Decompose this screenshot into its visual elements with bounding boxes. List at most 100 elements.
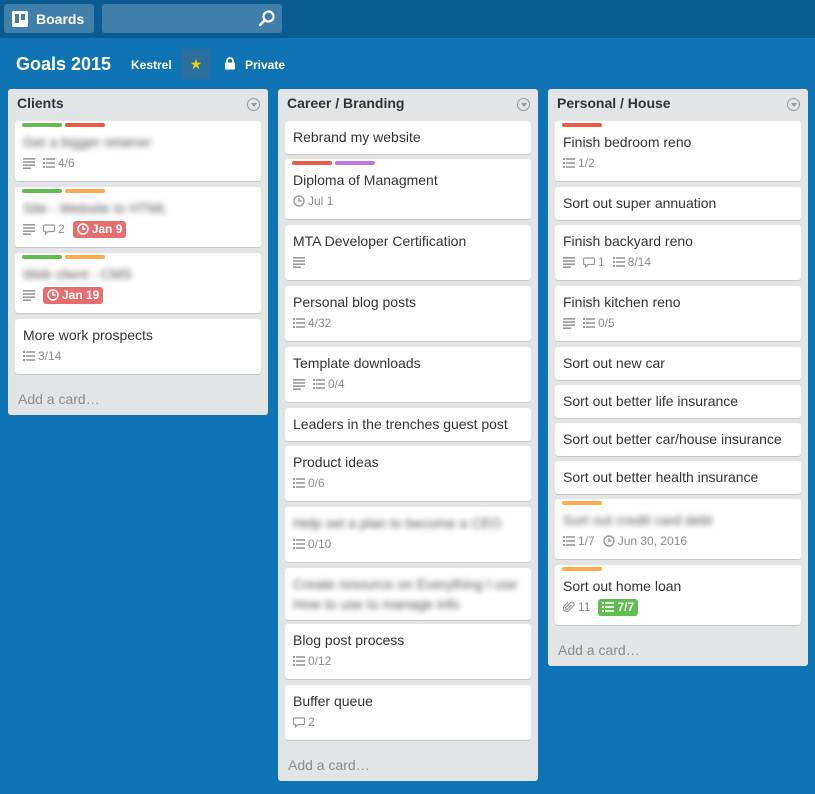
add-card-link[interactable]: Add a card… (558, 642, 640, 658)
card[interactable]: Diploma of Managment Jul 1 (285, 159, 531, 219)
description-icon (293, 378, 305, 390)
card[interactable]: Site - Website to HTML 2 Jan 9 (15, 187, 261, 247)
card-title-line-2: How to use to manage info (293, 596, 460, 612)
board-visibility[interactable]: Private (245, 58, 285, 72)
list: Career / Branding Rebrand my website Diplo… (278, 89, 538, 781)
card[interactable]: Buffer queue 2 (285, 685, 531, 740)
badge-text: 0/5 (598, 316, 615, 330)
card[interactable]: More work prospects 3/14 (15, 319, 261, 374)
card-title: Personal blog posts (293, 294, 416, 310)
lock-icon (225, 57, 235, 70)
board-title[interactable]: Goals 2015 (16, 54, 111, 75)
card-title: Sort out new car (563, 355, 665, 371)
description-badge (23, 289, 35, 301)
card[interactable]: Template downloads 0/4 (285, 347, 531, 402)
card-badges: 0/4 (293, 376, 345, 392)
card-badges: Jan 19 (23, 286, 104, 304)
card-labels (292, 161, 375, 165)
card-badges: 4/6 (23, 155, 75, 171)
card[interactable]: MTA Developer Certification (285, 225, 531, 280)
card[interactable]: Leaders in the trenches guest post (285, 408, 531, 441)
comment-icon (293, 716, 305, 728)
card-title: Product ideas (293, 454, 379, 470)
description-icon (563, 256, 575, 268)
description-icon (23, 223, 35, 235)
card-badges: 1/7 Jun 30, 2016 (563, 533, 687, 549)
star-button[interactable]: ★ (181, 49, 211, 79)
card-title: Create resource on Everything I use (293, 576, 518, 592)
badge-text: 2 (308, 715, 315, 729)
card[interactable]: Web client - CMS Jan 19 (15, 253, 261, 313)
red-label (292, 161, 332, 165)
card[interactable]: Product ideas 0/6 (285, 446, 531, 501)
card-badges: 2 (293, 714, 315, 730)
search-icon[interactable] (258, 9, 276, 27)
card[interactable]: Sort out better life insurance (555, 385, 801, 418)
checklist-icon (583, 317, 595, 329)
list-title[interactable]: Personal / House (557, 95, 671, 111)
boards-button[interactable]: Boards (4, 4, 94, 33)
badge-text: 4/6 (58, 156, 75, 170)
description-icon (23, 289, 35, 301)
comments-badge: 2 (43, 222, 65, 236)
card[interactable]: Sort out super annuation (555, 187, 801, 220)
card[interactable]: Personal blog posts 4/32 (285, 286, 531, 341)
card[interactable]: Create resource on Everything I use How t… (285, 568, 531, 620)
card-title: Site - Website to HTML (23, 200, 168, 216)
comment-icon (43, 223, 55, 235)
boards-button-label: Boards (36, 10, 85, 27)
search-input[interactable] (102, 4, 282, 33)
card-title: More work prospects (23, 327, 153, 343)
card-title: MTA Developer Certification (293, 233, 467, 249)
badge-text: Jul 1 (308, 194, 334, 208)
description-badge (293, 378, 305, 390)
green-label (22, 255, 62, 259)
card[interactable]: Sort out new car (555, 347, 801, 380)
add-card-link[interactable]: Add a card… (288, 757, 370, 773)
orange-label (65, 189, 105, 193)
card-labels (562, 123, 602, 127)
card[interactable]: Sort out better health insurance (555, 461, 801, 494)
card[interactable]: Rebrand my website (285, 121, 531, 154)
list-menu-icon[interactable] (517, 98, 530, 111)
checklist-badge: 0/5 (583, 316, 615, 330)
card[interactable]: Finish bedroom reno 1/2 (555, 121, 801, 181)
badge-text: 0/12 (308, 654, 332, 668)
list-title[interactable]: Career / Branding (287, 95, 404, 111)
add-card-link[interactable]: Add a card… (18, 391, 100, 407)
card-labels (562, 501, 602, 505)
list-menu-icon[interactable] (787, 98, 800, 111)
badge-text: 0/4 (328, 377, 345, 391)
due-date-badge: Jul 1 (293, 194, 333, 208)
checklist-icon (43, 157, 55, 169)
badge-text: Jan 9 (91, 222, 123, 236)
card[interactable]: Sort out home loan 11 7/7 (555, 565, 801, 625)
checklist-icon (563, 157, 575, 169)
card-badges: 3/14 (23, 348, 61, 364)
checklist-badge: 8/14 (612, 255, 651, 269)
card-badges (293, 254, 305, 270)
card[interactable]: Finish kitchen reno 0/5 (555, 286, 801, 341)
card[interactable]: Get a bigger retainer 4/6 (15, 121, 261, 181)
checklist-badge: 0/10 (293, 537, 331, 551)
card-title: Sort out credit card debt (563, 512, 713, 528)
card-title: Get a bigger retainer (23, 134, 152, 150)
description-icon (563, 317, 575, 329)
card[interactable]: Sort out credit card debt 1/7 Jun 30, 2016 (555, 499, 801, 559)
badge-text: 1 (598, 255, 605, 269)
list-menu-icon[interactable] (247, 98, 260, 111)
checklist-badge: 0/6 (293, 476, 325, 490)
red-label (562, 123, 602, 127)
card-badges: 0/10 (293, 536, 331, 552)
card[interactable]: Sort out better car/house insurance (555, 423, 801, 456)
card-badges: 11 7/7 (563, 598, 639, 616)
card[interactable]: Finish backyard reno 1 8/14 (555, 225, 801, 280)
card-labels (22, 123, 105, 127)
card-title: Sort out home loan (563, 578, 682, 594)
card[interactable]: Help set a plan to become a CEO 0/10 (285, 507, 531, 562)
orange-label (65, 255, 105, 259)
clock-icon (47, 289, 59, 301)
card[interactable]: Blog post process 0/12 (285, 624, 531, 679)
board-team[interactable]: Kestrel (131, 58, 172, 72)
list-title[interactable]: Clients (17, 95, 64, 111)
